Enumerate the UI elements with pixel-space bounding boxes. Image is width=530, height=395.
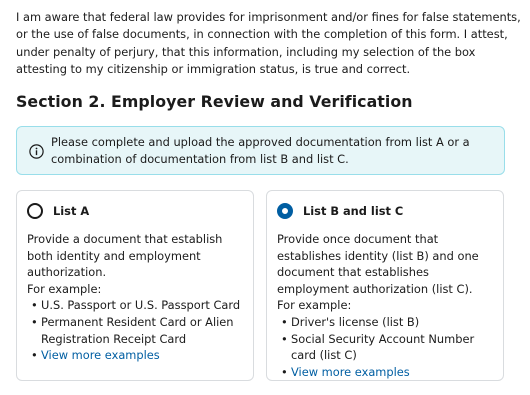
- list-item-text: U.S. Passport or U.S. Passport Card: [41, 298, 241, 313]
- list-item: U.S. Passport or U.S. Passport Card: [31, 297, 245, 314]
- example-list: U.S. Passport or U.S. Passport Card Perm…: [27, 297, 245, 363]
- example-list: Driver's license (list B) Social Securit…: [277, 314, 495, 380]
- list-item: Driver's license (list B): [281, 314, 495, 331]
- radio-list-b-and-c[interactable]: [277, 203, 293, 219]
- option-list-a-radio-row[interactable]: List A: [27, 202, 89, 220]
- radio-list-a[interactable]: [27, 203, 43, 219]
- list-item: Permanent Resident Card or Alien Registr…: [31, 314, 245, 347]
- list-item: View more examples: [281, 364, 495, 381]
- list-item: Social Security Account Number card (lis…: [281, 331, 495, 364]
- alert-text: Please complete and upload the approved …: [51, 135, 470, 166]
- option-label: List B and list C: [303, 204, 404, 218]
- option-body: Provide once document that establishes i…: [277, 231, 495, 380]
- view-more-examples-link[interactable]: View more examples: [291, 365, 410, 379]
- info-alert: Please complete and upload the approved …: [16, 126, 505, 175]
- option-card-list-b-and-c[interactable]: List B and list C Provide once document …: [266, 190, 504, 381]
- info-icon: [29, 144, 44, 159]
- option-description: Provide once document that establishes i…: [277, 232, 479, 296]
- option-card-list-a[interactable]: List A Provide a document that establish…: [16, 190, 254, 381]
- example-label: For example:: [27, 281, 102, 296]
- attestation-text: I am aware that federal law provides for…: [16, 10, 521, 77]
- section-title: Section 2. Employer Review and Verificat…: [16, 92, 413, 111]
- option-body: Provide a document that establish both i…: [27, 231, 245, 364]
- list-item: View more examples: [31, 347, 245, 364]
- list-item-text: Social Security Account Number card (lis…: [291, 331, 475, 363]
- list-item-text: Driver's license (list B): [291, 314, 420, 329]
- view-more-examples-link[interactable]: View more examples: [41, 348, 160, 362]
- option-description: Provide a document that establish both i…: [27, 232, 223, 280]
- list-item-text: Permanent Resident Card or Alien Registr…: [41, 314, 234, 346]
- option-label: List A: [53, 204, 90, 218]
- option-list-bc-radio-row[interactable]: List B and list C: [277, 202, 403, 220]
- example-label: For example:: [277, 298, 352, 313]
